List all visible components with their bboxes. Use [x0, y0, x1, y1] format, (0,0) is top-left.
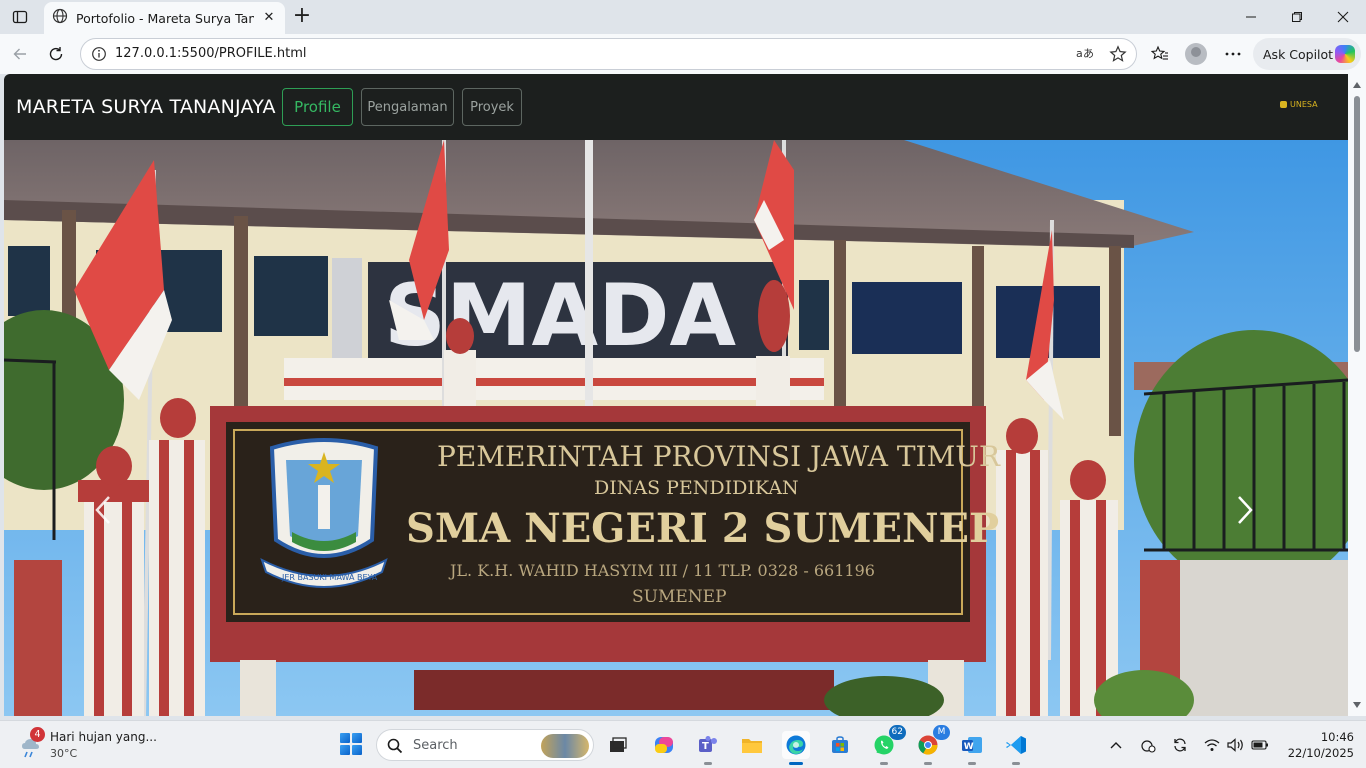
chrome-profile-badge: M	[933, 725, 950, 740]
refresh-button[interactable]	[44, 42, 68, 66]
running-indicator	[924, 762, 932, 765]
nav-proyek[interactable]: Proyek	[462, 88, 522, 126]
favorites-icon[interactable]	[1148, 42, 1172, 66]
network-status-icon[interactable]	[1138, 735, 1158, 755]
chevron-left-icon	[94, 495, 112, 525]
browser-toolbar: 127.0.0.1:5500/PROFILE.html aあ Ask Copil…	[0, 34, 1366, 74]
sign-line-city: SUMENEP	[632, 587, 727, 607]
scroll-up-icon[interactable]	[1353, 82, 1361, 88]
active-indicator	[789, 762, 803, 765]
copilot-label: Ask Copilot	[1263, 46, 1334, 62]
search-icon	[387, 738, 403, 754]
whatsapp-icon[interactable]: 62	[870, 725, 906, 765]
address-bar[interactable]: 127.0.0.1:5500/PROFILE.html aあ	[80, 38, 1137, 70]
school-photo: SMADA JER BASUKI MAWA BEYA PEMERINTAH PR…	[4, 140, 1348, 716]
scroll-down-icon[interactable]	[1353, 702, 1361, 708]
search-highlight-image	[541, 734, 589, 758]
running-indicator	[704, 762, 712, 765]
more-options-icon[interactable]	[1221, 42, 1245, 66]
edge-browser-icon[interactable]	[782, 731, 810, 765]
hero-carousel: SMADA JER BASUKI MAWA BEYA PEMERINTAH PR…	[4, 140, 1348, 716]
close-tab-icon[interactable]: ✕	[261, 10, 277, 26]
tab-actions-icon[interactable]	[8, 6, 32, 28]
read-aloud-icon[interactable]: aあ	[1075, 45, 1095, 65]
scroll-thumb[interactable]	[1354, 96, 1360, 352]
sign-line-school: SMA NEGERI 2 SUMENEP	[406, 505, 999, 552]
sign-line-department: DINAS PENDIDIKAN	[594, 477, 799, 499]
emblem-motto: JER BASUKI MAWA BEYA	[281, 573, 378, 582]
browser-tab-strip: Portofolio - Mareta Surya Tananjaya ✕ +	[0, 0, 1366, 34]
windows-taskbar: 4 Hari hujan yang... 30°C Search T 62 M …	[0, 720, 1366, 768]
battery-icon[interactable]	[1250, 735, 1270, 755]
teams-icon[interactable]: T	[694, 731, 722, 765]
windows-logo-icon	[340, 733, 350, 743]
nav-pengalaman[interactable]: Pengalaman	[361, 88, 454, 126]
weather-alert-badge: 4	[30, 727, 45, 742]
new-tab-button[interactable]: +	[290, 5, 314, 29]
url-text: 127.0.0.1:5500/PROFILE.html	[115, 46, 307, 61]
page-scrollbar[interactable]	[1348, 74, 1366, 716]
whatsapp-badge: 62	[888, 725, 906, 740]
browser-tab[interactable]: Portofolio - Mareta Surya Tananjaya ✕	[44, 2, 285, 34]
file-explorer-icon[interactable]	[738, 731, 766, 759]
microsoft-store-icon[interactable]	[826, 731, 854, 759]
svg-text:W: W	[964, 742, 974, 752]
site-info-icon[interactable]	[91, 46, 107, 62]
minimize-button[interactable]	[1228, 0, 1274, 34]
site-navbar: MARETA SURYA TANANJAYA Profile Pengalama…	[4, 74, 1348, 140]
close-window-button[interactable]	[1320, 0, 1366, 34]
svg-text:あ: あ	[1083, 47, 1094, 60]
favorite-star-icon[interactable]	[1108, 45, 1128, 65]
unesa-emblem-icon	[1280, 101, 1287, 108]
globe-icon	[52, 8, 68, 28]
ask-copilot-button[interactable]: Ask Copilot	[1253, 38, 1361, 70]
profile-avatar[interactable]	[1185, 43, 1207, 65]
wifi-icon[interactable]	[1202, 735, 1222, 755]
chevron-right-icon	[1236, 495, 1254, 525]
volume-icon[interactable]	[1226, 735, 1246, 755]
chevron-up-icon[interactable]	[1106, 735, 1126, 755]
carousel-prev-button[interactable]	[88, 490, 118, 530]
nav-profile[interactable]: Profile	[282, 88, 353, 126]
running-indicator	[1012, 762, 1020, 765]
unesa-logo: UNESA	[1280, 100, 1318, 109]
site-brand[interactable]: MARETA SURYA TANANJAYA	[16, 96, 276, 118]
system-clock[interactable]: 10:46 22/10/2025	[1278, 729, 1354, 761]
sync-icon[interactable]	[1170, 735, 1190, 755]
svg-text:T: T	[702, 741, 709, 752]
page-viewport: MARETA SURYA TANANJAYA Profile Pengalama…	[4, 74, 1348, 716]
start-button[interactable]	[340, 733, 362, 755]
tab-title: Portofolio - Mareta Surya Tananjaya	[76, 10, 254, 26]
carousel-next-button[interactable]	[1230, 490, 1260, 530]
running-indicator	[968, 762, 976, 765]
chrome-icon[interactable]: M	[914, 725, 950, 765]
search-placeholder: Search	[413, 738, 458, 753]
weather-text: Hari hujan yang...	[50, 730, 157, 744]
taskbar-search[interactable]: Search	[376, 729, 594, 761]
sign-line-address: JL. K.H. WAHID HASYIM III / 11 TLP. 0328…	[448, 561, 875, 580]
unesa-logo-text: UNESA	[1290, 100, 1318, 109]
clock-time: 10:46	[1320, 730, 1354, 744]
clock-date: 22/10/2025	[1287, 746, 1354, 760]
back-button[interactable]	[8, 42, 32, 66]
svg-text:a: a	[1076, 47, 1083, 60]
task-view-button[interactable]	[604, 731, 632, 759]
copilot-icon	[1335, 45, 1355, 63]
sign-line-province: PEMERINTAH PROVINSI JAWA TIMUR	[437, 440, 1001, 473]
word-icon[interactable]: W	[958, 731, 986, 765]
copilot-app-icon[interactable]	[650, 731, 678, 759]
running-indicator	[880, 762, 888, 765]
weather-widget[interactable]: 4 Hari hujan yang... 30°C	[14, 727, 174, 763]
vscode-icon[interactable]	[1002, 731, 1030, 765]
weather-temperature: 30°C	[50, 747, 78, 760]
restore-button[interactable]	[1274, 0, 1320, 34]
